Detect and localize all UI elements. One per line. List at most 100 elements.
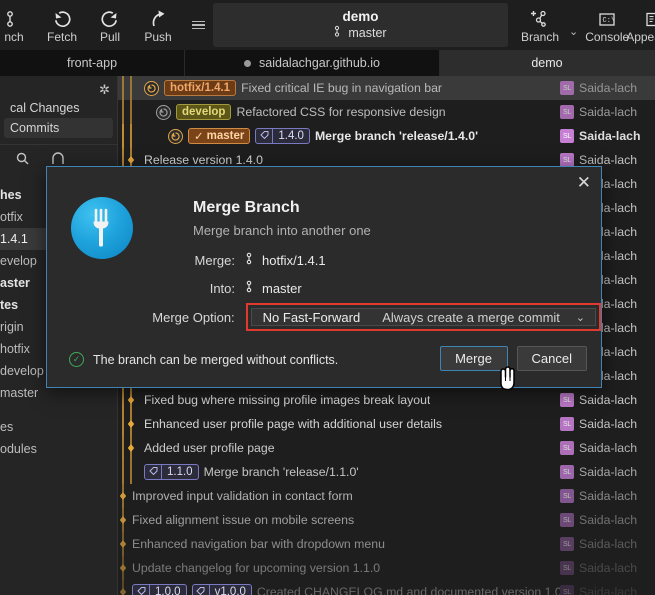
commit-message: Enhanced user profile page with addition… <box>144 417 443 431</box>
avatar: SL <box>560 417 574 431</box>
commit-row[interactable]: ✓ master 1.4.0 Merge branch 'release/1.4.0'… <box>118 124 655 148</box>
conflict-status-text: The branch can be merged without conflic… <box>93 352 339 367</box>
merge-source-label: Merge: <box>194 252 235 268</box>
commit-author-cell: SL Saida-lach <box>560 537 655 551</box>
close-icon[interactable]: ✕ <box>577 174 591 191</box>
commit-author-cell: SL Saida-lach <box>560 393 655 407</box>
chevron-down-icon[interactable]: ⌄ <box>576 311 595 324</box>
commit-author-cell: SL Saida-lach <box>560 81 655 95</box>
repo-menu-icon[interactable] <box>192 20 205 30</box>
repository-tab-bar: front-app saidalachgar.github.io demo <box>0 50 655 76</box>
tab-label: demo <box>531 56 563 70</box>
commit-row[interactable]: Fixed alignment issue on mobile screens S… <box>118 508 655 532</box>
main-toolbar: nch Fetch Pull Push demo master Branch ⌄… <box>0 0 655 50</box>
merge-option-highlight: No Fast-Forward Always create a merge co… <box>245 303 601 331</box>
push-icon <box>147 7 169 29</box>
branch-badge[interactable]: hotfix/1.4.1 <box>164 80 237 96</box>
commit-row[interactable]: 1.0.0 v1.0.0 Created CHANGELOG.md and docu… <box>118 580 655 595</box>
toolbar-button-branch-trunc[interactable]: nch <box>0 0 38 50</box>
commit-author-cell: SL Saida-lach <box>560 129 655 143</box>
tag-label: v1.0.0 <box>208 585 251 595</box>
avatar: SL <box>560 81 574 95</box>
commit-row[interactable]: Improved input validation in contact for… <box>118 484 655 508</box>
toolbar-button-new-branch[interactable]: Branch <box>516 0 564 50</box>
branch-badge[interactable]: ✓ master <box>188 128 251 144</box>
mouse-cursor-icon <box>494 362 520 399</box>
commit-row[interactable]: Added user profile page SL Saida-lach <box>118 436 655 460</box>
avatar: SL <box>560 489 574 503</box>
merge-branch-dialog: ✕ Merge Branch Merge branch into another… <box>46 166 602 388</box>
cancel-button[interactable]: Cancel <box>516 346 587 371</box>
sidebar-tab-commits[interactable]: Commits <box>4 118 113 138</box>
commit-row[interactable]: Enhanced user profile page with addition… <box>118 412 655 436</box>
sidebar-tree-item[interactable]: es <box>0 416 117 438</box>
commit-graph-lane <box>119 532 127 556</box>
commit-author-name: Saida-lach <box>579 441 638 455</box>
gear-icon[interactable]: ✲ <box>99 82 110 98</box>
toolbar-button-pull[interactable]: Pull <box>86 0 134 50</box>
tag-chip[interactable]: v1.0.0 <box>191 584 252 595</box>
commit-author-name: Saida-lach <box>579 513 638 527</box>
sidebar-tree-item[interactable]: odules <box>0 438 117 460</box>
commit-author-name: Saida-lach <box>579 537 638 551</box>
commit-row[interactable]: 1.1.0 Merge branch 'release/1.1.0' SL Saida… <box>118 460 655 484</box>
tab-saidalachgar-github-io[interactable]: saidalachgar.github.io <box>185 50 440 76</box>
commit-author-cell: SL Saida-lach <box>560 585 655 595</box>
commit-message-cell: develop Refactored CSS for responsive des… <box>118 100 560 124</box>
merge-option-select[interactable]: No Fast-Forward Always create a merge co… <box>250 308 596 326</box>
merge-target-row: Into: master <box>47 277 601 299</box>
tab-dirty-indicator-icon <box>244 59 252 67</box>
commit-row[interactable]: Fixed bug where missing profile images b… <box>118 388 655 412</box>
merge-source-branch-name: hotfix/1.4.1 <box>262 252 326 268</box>
commit-author-name: Saida-lach <box>579 465 638 479</box>
commit-row[interactable]: develop Refactored CSS for responsive des… <box>118 100 655 124</box>
branch-dropdown-chevron-icon[interactable]: ⌄ <box>564 25 583 38</box>
toolbar-label: Pull <box>99 29 120 44</box>
search-icon[interactable] <box>16 152 29 168</box>
console-icon: C:\ <box>597 7 617 29</box>
tab-demo[interactable]: demo <box>440 50 655 76</box>
avatar: SL <box>560 561 574 575</box>
commit-author-name: Saida-lach <box>579 105 638 119</box>
repository-current-branch: master <box>334 25 387 41</box>
merge-option-row: Merge Option: No Fast-Forward Always cre… <box>47 301 601 333</box>
github-remote-icon <box>156 104 171 120</box>
appearance-icon <box>644 7 655 29</box>
branch-glyph-icon <box>246 280 256 296</box>
branch-badge[interactable]: develop <box>176 104 232 120</box>
commit-message-cell: Enhanced user profile page with addition… <box>118 412 560 436</box>
merge-source-row: Merge: hotfix/1.4.1 <box>47 249 601 271</box>
tag-icon <box>256 130 272 142</box>
commit-row[interactable]: Update changelog for upcoming version 1.… <box>118 556 655 580</box>
commit-graph-lane <box>119 556 127 580</box>
sidebar-tab-local-changes[interactable]: cal Changes <box>0 98 117 118</box>
commit-message: Refactored CSS for responsive design <box>236 105 446 119</box>
toolbar-button-console[interactable]: C:\ Console <box>583 0 631 50</box>
commit-message-cell: hotfix/1.4.1 Fixed critical IE bug in nav… <box>118 76 560 100</box>
toolbar-button-fetch[interactable]: Fetch <box>38 0 86 50</box>
merge-source-value: hotfix/1.4.1 <box>246 252 326 268</box>
current-branch-check-icon: ✓ <box>194 131 204 143</box>
toolbar-button-appearance[interactable]: Appearanc <box>626 0 655 50</box>
commit-message: Added user profile page <box>144 441 275 455</box>
avatar: SL <box>560 441 574 455</box>
repository-name: demo <box>342 9 379 24</box>
toolbar-label: nch <box>4 29 24 44</box>
toolbar-button-push[interactable]: Push <box>134 0 182 50</box>
commit-author-cell: SL Saida-lach <box>560 105 655 119</box>
tag-chip[interactable]: 1.4.0 <box>255 128 310 144</box>
commit-row[interactable]: Enhanced navigation bar with dropdown me… <box>118 532 655 556</box>
repository-selector[interactable]: demo master <box>213 3 508 47</box>
pull-icon <box>99 7 121 29</box>
commit-author-name: Saida-lach <box>579 129 641 143</box>
tab-front-app[interactable]: front-app <box>0 50 185 76</box>
commit-author-cell: SL Saida-lach <box>560 417 655 431</box>
commit-message-cell: ✓ master 1.4.0 Merge branch 'release/1.4.0' <box>118 124 560 148</box>
commit-author-name: Saida-lach <box>579 417 638 431</box>
avatar: SL <box>560 393 574 407</box>
commit-message: Update changelog for upcoming version 1.… <box>132 561 381 575</box>
commit-author-cell: SL Saida-lach <box>560 441 655 455</box>
commit-row[interactable]: hotfix/1.4.1 Fixed critical IE bug in nav… <box>118 76 655 100</box>
commit-message: Improved input validation in contact for… <box>132 489 353 503</box>
commit-author-cell: SL Saida-lach <box>560 153 655 167</box>
